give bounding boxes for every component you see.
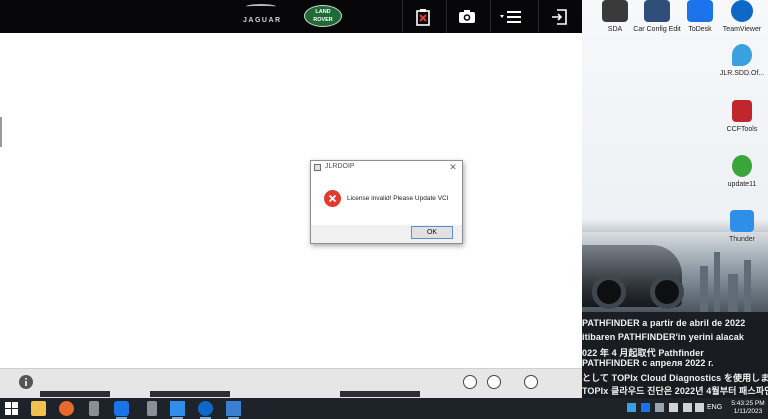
jaguar-logo-mark [246,4,276,9]
close-icon[interactable]: ✕ [448,162,458,173]
camera-button[interactable] [446,0,486,33]
thunder-taskbar-icon[interactable] [170,401,185,419]
news-line: itibaren PATHFINDER'in yerini alacak [582,332,744,342]
battery-status-icon[interactable] [524,375,538,389]
app-content-area [0,33,582,368]
windows-icon [5,402,18,415]
scroll-handle[interactable] [0,117,2,147]
error-dialog: JLRDOIP ✕ License invalid! Please Update… [310,160,463,244]
taskbar: ENG 5:43:25 PM 1/11/2023 [0,398,768,419]
dialog-message: License invalid! Please Update VCI [347,195,449,202]
language-indicator[interactable]: ENG [707,404,722,411]
wallpaper-news-band: PATHFINDER a partir de abril de 2022 iti… [582,312,768,398]
clipboard-x-icon [415,8,430,26]
firefox-icon[interactable] [59,401,74,416]
camera-icon [458,10,475,23]
dialog-titlebar[interactable]: JLRDOIP ✕ [311,161,462,175]
desktop-icon-update11[interactable]: update11 [717,155,767,189]
vci-status-icon[interactable] [487,375,501,389]
desktop-icon-label: Thunder [728,236,756,243]
file-explorer-icon[interactable] [31,401,46,416]
wallpaper-car-wheel [650,275,684,309]
bluetooth-icon[interactable] [655,403,664,412]
taskbar-clock[interactable]: 5:43:25 PM 1/11/2023 [728,400,768,416]
ccftools-icon [732,100,752,122]
error-icon [324,190,341,207]
sda-icon [602,0,628,22]
clock-time: 5:43:25 PM [731,400,765,407]
menu-dropdown-button[interactable] [490,0,530,33]
update-icon [732,155,752,177]
todesk-taskbar-icon[interactable] [114,401,129,419]
ok-button[interactable]: OK [411,226,453,239]
exit-icon [551,8,567,25]
exit-button[interactable] [538,0,578,33]
volume-icon[interactable] [695,403,704,412]
info-icon-glyph [20,376,32,388]
news-line: PATHFINDER с апреля 2022 г. [582,358,714,368]
tray-icon[interactable] [627,403,636,412]
car-config-icon [644,0,670,22]
news-line: TOPIx 클라우드 진단은 2022년 4월부터 패스파인더를 대체할 예정입… [582,386,768,396]
statusbar-strip [40,391,110,397]
news-line: PATHFINDER a partir de abril de 2022 [582,318,746,328]
cloud-status-icon[interactable] [463,375,477,389]
teamviewer-taskbar-icon[interactable] [198,401,213,419]
news-line: として TOPIx Cloud Diagnostics を使用します [582,373,768,383]
jaguar-logo: JAGUAR [243,17,282,24]
tray-icon[interactable] [641,403,650,412]
desktop-icon-label: update11 [727,181,757,188]
todesk-icon [687,0,713,22]
jlr-taskbar-icon[interactable] [226,401,241,419]
menu-dropdown-icon [499,10,521,23]
app-icon-grey[interactable] [89,401,99,416]
clock-date: 1/11/2023 [733,408,763,415]
desktop-icon-ccftools[interactable]: CCFTools [717,100,767,134]
dialog-title: JLRDOIP [325,163,355,170]
jlr-sdd-icon [732,44,752,66]
desktop-icon-teamviewer[interactable]: TeamViewer [717,0,767,34]
thunder-icon [730,210,754,232]
statusbar-strip [150,391,230,397]
wallpaper-tower [728,274,738,312]
land-rover-logo-bottom: ROVER [313,17,333,23]
desktop-wallpaper: PATHFINDER a partir de abril de 2022 iti… [582,0,768,398]
app-icon [314,164,321,171]
network-icon[interactable] [669,403,678,412]
wallpaper-car-wheel [592,275,626,309]
land-rover-logo-top: LAND [315,9,331,15]
wallpaper-tower [744,260,751,312]
desktop-icon-jlr-sdd[interactable]: JLR.SDD.Of... [717,44,767,78]
app-statusbar [0,368,582,398]
desktop-icon-thunder[interactable]: Thunder [717,210,767,244]
app-topbar: JAGUAR LAND ROVER [0,0,582,33]
start-button[interactable] [4,401,19,416]
statusbar-strip [340,391,420,397]
wallpaper-tower [714,252,720,312]
clipboard-x-button[interactable] [402,0,442,33]
teamviewer-icon [731,0,753,22]
land-rover-logo: LAND ROVER [304,5,342,27]
error-x-glyph [328,194,337,203]
wallpaper-tower [700,266,708,312]
desktop-icon-label: JLR.SDD.Of... [719,70,765,77]
app-icon-grey-2[interactable] [147,401,157,416]
screen: PATHFINDER a partir de abril de 2022 iti… [0,0,768,419]
jlr-app-window: JAGUAR LAND ROVER JLRDOIP ✕ License inva… [0,0,582,398]
wifi-icon[interactable] [683,403,692,412]
info-icon[interactable] [19,375,33,389]
desktop-icon-label: CCFTools [726,126,758,133]
dialog-body: License invalid! Please Update VCI [311,175,462,225]
desktop-icon-label: TeamViewer [722,26,762,33]
